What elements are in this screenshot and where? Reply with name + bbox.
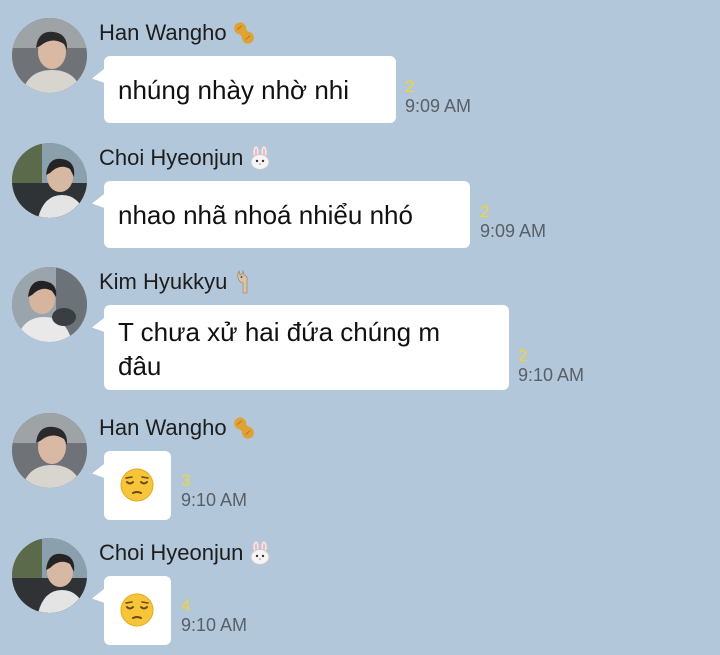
rabbit-icon [247, 145, 273, 171]
timestamp: 9:09 AM [405, 96, 472, 116]
avatar[interactable] [12, 18, 87, 93]
unread-count: 4 [181, 596, 191, 615]
sender-name: Choi Hyeonjun [99, 538, 273, 568]
message-meta: 2 9:10 AM [518, 346, 585, 386]
message-meta: 4 9:10 AM [181, 596, 248, 636]
peanut-icon [231, 20, 257, 46]
message-meta: 2 9:09 AM [480, 202, 547, 242]
rabbit-icon [247, 540, 273, 566]
pensive-face-emoji [120, 593, 154, 627]
sender-name: Kim Hyukkyu [99, 267, 257, 297]
avatar[interactable] [12, 143, 87, 218]
unread-count: 3 [181, 471, 191, 490]
unread-count: 2 [480, 202, 490, 221]
profile-photo [12, 413, 87, 488]
timestamp: 9:10 AM [181, 490, 248, 510]
sender-name: Han Wangho [99, 18, 257, 48]
sender-name: Choi Hyeonjun [99, 143, 273, 173]
llama-icon [231, 269, 257, 295]
message-bubble[interactable]: T chưa xử hai đứa chúng m đâu [104, 305, 509, 390]
avatar[interactable] [12, 538, 87, 613]
message-bubble[interactable]: nhao nhã nhoá nhiểu nhó [104, 181, 470, 248]
message-meta: 2 9:09 AM [405, 77, 472, 117]
unread-count: 2 [405, 77, 415, 96]
profile-photo [12, 143, 87, 218]
message-meta: 3 9:10 AM [181, 471, 248, 511]
profile-photo [12, 18, 87, 93]
avatar[interactable] [12, 413, 87, 488]
timestamp: 9:10 AM [181, 615, 248, 635]
profile-photo [12, 267, 87, 342]
message-bubble[interactable]: nhúng nhày nhờ nhi [104, 56, 396, 123]
peanut-icon [231, 415, 257, 441]
profile-photo [12, 538, 87, 613]
unread-count: 2 [518, 346, 528, 365]
pensive-face-emoji [120, 468, 154, 502]
message-bubble[interactable] [104, 451, 171, 520]
timestamp: 9:09 AM [480, 221, 547, 241]
timestamp: 9:10 AM [518, 365, 585, 385]
message-bubble[interactable] [104, 576, 171, 645]
sender-name: Han Wangho [99, 413, 257, 443]
avatar[interactable] [12, 267, 87, 342]
